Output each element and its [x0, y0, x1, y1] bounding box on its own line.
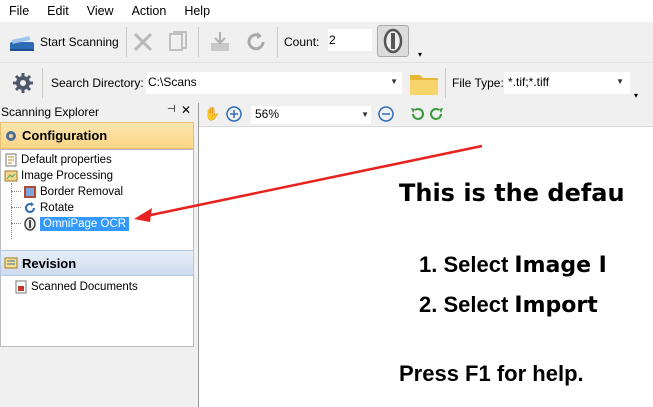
- doc-step-2: 2. Select Import: [419, 292, 598, 318]
- chevron-down-icon: ▼: [390, 77, 398, 86]
- menu-bar: File Edit View Action Help: [0, 0, 653, 22]
- chevron-down-icon: ▼: [361, 110, 369, 119]
- file-type-combobox[interactable]: *.tif;*.tiff ▼: [504, 72, 630, 94]
- toolbar-separator: [198, 27, 199, 57]
- tree-connector: [11, 191, 21, 192]
- ocr-button[interactable]: [377, 25, 409, 57]
- tree-label: Border Removal: [40, 186, 124, 198]
- doc-help-text: Press F1 for help.: [399, 361, 584, 386]
- step-2-number: 2. Select: [419, 292, 515, 317]
- menu-file[interactable]: File: [0, 4, 39, 18]
- tree-label: Default properties: [21, 154, 112, 166]
- chevron-down-icon: ▼: [616, 77, 624, 86]
- scanning-explorer-panel: Scanning Explorer ⊣ ✕ Configuration Defa…: [0, 103, 196, 407]
- tree-label-selected: OmniPage OCR: [40, 217, 130, 231]
- doc-step-1: 1. Select Image I: [419, 252, 607, 278]
- doc-heading: This is the defau: [399, 179, 625, 207]
- file-type-value: *.tif;*.tiff: [508, 75, 550, 89]
- border-removal-icon: [24, 186, 36, 198]
- count-label: Count:: [284, 35, 320, 49]
- directory-toolbar: Search Directory: C:\Scans ▼ File Type: …: [0, 62, 653, 102]
- start-scanning-label: Start Scanning: [40, 35, 119, 49]
- pages-icon[interactable]: [165, 29, 191, 55]
- step-2-target: Import: [514, 293, 598, 318]
- omnipage-icon: [383, 28, 403, 54]
- configuration-tree: Default properties Image Processing Bord…: [0, 149, 194, 347]
- tree-item-image-processing[interactable]: Image Processing: [4, 169, 113, 183]
- step-1-number: 1. Select: [419, 252, 515, 277]
- scanner-icon: [10, 36, 34, 51]
- tree-item-rotate[interactable]: Rotate: [23, 201, 74, 215]
- search-directory-combobox[interactable]: C:\Scans ▼: [146, 72, 402, 94]
- pin-icon[interactable]: ⊣: [167, 104, 176, 115]
- menu-action[interactable]: Action: [124, 4, 177, 18]
- close-icon[interactable]: ✕: [181, 103, 191, 117]
- tree-label: Image Processing: [21, 170, 114, 182]
- gear-icon[interactable]: [12, 72, 34, 97]
- rotate-right-icon[interactable]: [429, 106, 445, 125]
- toolbar-separator: [126, 27, 127, 57]
- document-viewer: ✋ 56% ▼ This is the defau 1. Select Imag…: [198, 103, 653, 407]
- zoom-combobox[interactable]: 56% ▼: [251, 106, 371, 124]
- configuration-header[interactable]: Configuration: [0, 122, 194, 149]
- rotate-icon: [25, 202, 35, 213]
- import-icon[interactable]: [207, 29, 233, 55]
- panel-title-text: Scanning Explorer: [1, 105, 100, 119]
- revision-label: Revision: [22, 255, 77, 271]
- menu-edit[interactable]: Edit: [39, 4, 79, 18]
- omnipage-icon: [24, 217, 36, 231]
- configuration-label: Configuration: [22, 128, 108, 143]
- document-icon: [15, 280, 27, 294]
- zoom-in-icon[interactable]: [225, 105, 243, 126]
- menu-help[interactable]: Help: [176, 4, 220, 18]
- zoom-value: 56%: [255, 107, 280, 121]
- start-scanning-button[interactable]: Start Scanning: [8, 28, 119, 56]
- tree-item-omnipage-ocr[interactable]: OmniPage OCR: [23, 217, 130, 231]
- rotate-left-icon[interactable]: [409, 106, 425, 125]
- hand-tool-icon[interactable]: ✋: [204, 106, 220, 122]
- main-toolbar: Start Scanning Count: 2 ▾: [0, 22, 653, 62]
- toolbar-separator: [445, 68, 446, 98]
- tree-item-border-removal[interactable]: Border Removal: [23, 185, 123, 199]
- tree-label: Scanned Documents: [31, 281, 138, 293]
- properties-icon: [5, 153, 17, 167]
- viewer-toolbar: ✋ 56% ▼: [199, 103, 653, 127]
- folder-icon[interactable]: [408, 69, 440, 100]
- file-type-label: File Type:: [452, 76, 504, 90]
- tree-item-default-properties[interactable]: Default properties: [4, 153, 112, 167]
- settings-icon: [6, 130, 16, 141]
- refresh-icon[interactable]: [243, 29, 269, 55]
- tree-label: Rotate: [40, 202, 74, 214]
- search-directory-value: C:\Scans: [148, 75, 197, 89]
- step-1-target: Image I: [514, 253, 607, 278]
- zoom-out-icon[interactable]: [377, 105, 395, 126]
- count-field[interactable]: 2: [328, 29, 372, 51]
- tree-item-scanned-documents[interactable]: Scanned Documents: [14, 280, 138, 294]
- menu-view[interactable]: View: [79, 4, 124, 18]
- tree-connector: [11, 223, 21, 224]
- panel-title: Scanning Explorer ⊣ ✕: [0, 103, 196, 121]
- toolbar-separator: [277, 27, 278, 57]
- toolbar-overflow-icon[interactable]: ▾: [634, 91, 638, 100]
- cancel-icon[interactable]: [130, 29, 156, 55]
- toolbar-separator: [42, 68, 43, 98]
- search-directory-label: Search Directory:: [51, 76, 144, 90]
- toolbar-overflow-icon[interactable]: ▾: [418, 50, 422, 59]
- image-processing-icon: [4, 170, 18, 182]
- revision-header[interactable]: Revision: [0, 250, 194, 276]
- tree-connector: [11, 207, 21, 208]
- count-value: 2: [329, 33, 336, 47]
- revision-icon: [4, 257, 18, 269]
